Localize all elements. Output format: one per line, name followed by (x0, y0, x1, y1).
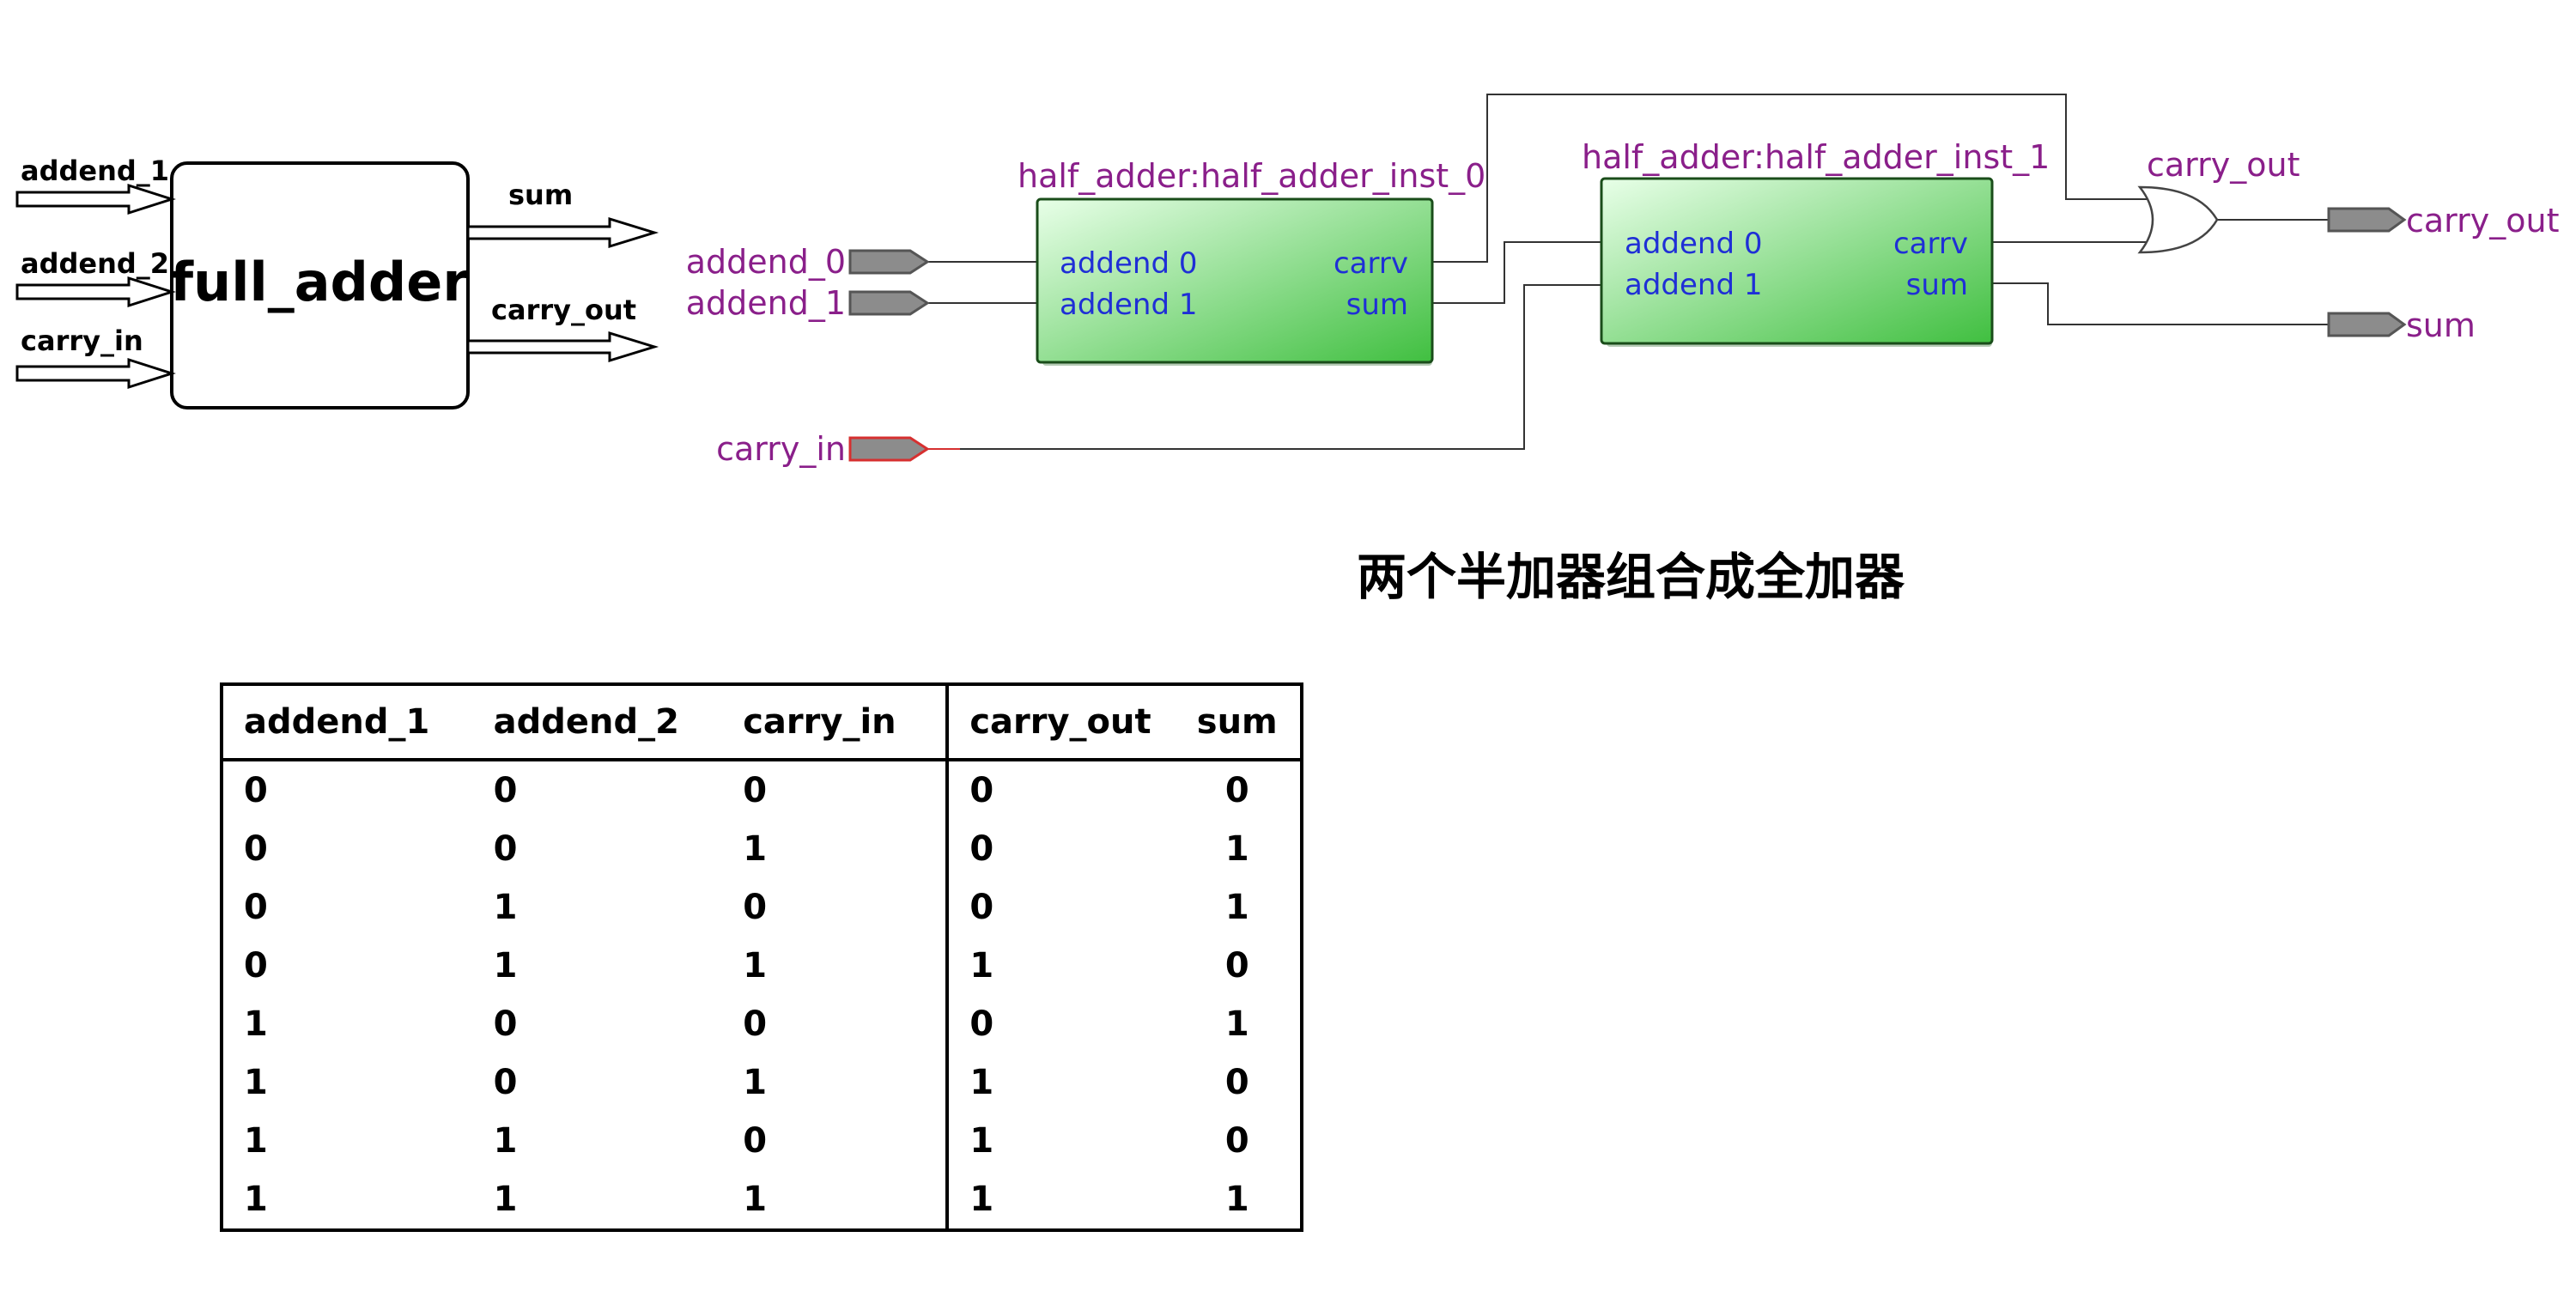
table-cell: 1 (244, 1004, 268, 1044)
input-arrow-addend-2 (15, 276, 176, 308)
header-carry-in: carry_in (722, 684, 948, 761)
inst-0-port-addend-0: addend 0 (1060, 246, 1198, 281)
table-cell: 1 (493, 946, 518, 986)
table-cell: 1 (743, 829, 768, 869)
table-cell: 1 (493, 1180, 518, 1219)
table-cell: 1 (244, 1180, 268, 1219)
table-cell: 0 (244, 946, 268, 986)
pin-label-sum: sum (2406, 306, 2476, 344)
table-cell: 1 (1224, 1180, 1249, 1219)
inst-0-port-sum: sum (1346, 288, 1408, 322)
table-cell: 1 (1224, 829, 1249, 869)
header-sum: sum (1174, 684, 1302, 761)
output-label-carry-out: carry_out (491, 294, 636, 326)
table-cell: 1 (1224, 888, 1249, 927)
diagram-canvas: full_adder addend_1 addend_2 carry_in su… (0, 0, 2576, 1288)
table-cell: 1 (743, 1063, 768, 1102)
table-cell: 1 (743, 1180, 768, 1219)
table-cell: 0 (493, 1063, 518, 1102)
table-cell: 0 (244, 829, 268, 869)
input-arrow-addend-1 (15, 183, 176, 215)
table-cell: 0 (743, 771, 768, 810)
pin-carry-in (848, 436, 930, 462)
pin-carry-out (2327, 207, 2407, 233)
table-cell: 0 (743, 1121, 768, 1161)
table-row: 1 0 0 0 1 (222, 995, 1302, 1053)
table-cell: 0 (743, 888, 768, 927)
table-cell: 1 (945, 1112, 1175, 1170)
table-cell: 1 (743, 946, 768, 986)
inst-1-port-carry: carrv (1893, 227, 1968, 261)
table-row: 0 0 1 0 1 (222, 820, 1302, 878)
full-adder-title: full_adder (170, 251, 469, 313)
table-cell: 1 (493, 888, 518, 927)
truth-table: addend_1 addend_2 carry_in carry_out sum… (220, 682, 1303, 1232)
input-label-addend-2: addend_2 (21, 247, 169, 280)
or-gate-label: carry_out (2147, 146, 2300, 184)
table-cell: 0 (945, 878, 1175, 937)
pin-label-addend-0: addend_0 (686, 243, 846, 281)
pin-label-carry-in: carry_in (716, 430, 846, 468)
header-addend-2: addend_2 (472, 684, 723, 761)
pin-label-carry-out: carry_out (2406, 202, 2559, 240)
pin-label-addend-1: addend_1 (686, 284, 846, 322)
table-cell: 0 (1224, 1063, 1249, 1102)
table-cell: 1 (493, 1121, 518, 1161)
diagram-caption: 两个半加器组合成全加器 (1357, 548, 1905, 606)
input-label-carry-in: carry_in (21, 325, 143, 357)
table-cell: 0 (244, 888, 268, 927)
header-addend-1: addend_1 (222, 684, 473, 761)
pin-addend-0 (848, 249, 930, 275)
output-arrow-sum (466, 216, 659, 249)
inst-1-port-sum: sum (1906, 268, 1968, 302)
table-cell: 1 (945, 937, 1175, 995)
table-row: 1 1 1 1 1 (222, 1170, 1302, 1230)
inst-0-port-addend-1: addend 1 (1060, 288, 1198, 322)
schematic-group: addend_0 addend_1 carry_in half_adder:ha… (686, 94, 2559, 468)
output-label-sum: sum (508, 179, 573, 211)
table-cell: 0 (1224, 946, 1249, 986)
table-cell: 0 (945, 760, 1175, 820)
table-row: 0 1 0 0 1 (222, 878, 1302, 937)
table-cell: 1 (1224, 1004, 1249, 1044)
table-cell: 0 (493, 829, 518, 869)
half-adder-inst-0 (1036, 197, 1434, 364)
table-cell: 0 (493, 1004, 518, 1044)
table-cell: 0 (244, 771, 268, 810)
pin-sum (2327, 312, 2407, 337)
table-cell: 0 (493, 771, 518, 810)
output-arrow-carry-out (466, 331, 659, 363)
table-cell: 1 (244, 1121, 268, 1161)
wire-sum-0-to-inst-1 (1432, 241, 1601, 304)
table-cell: 1 (244, 1063, 268, 1102)
wire-sum-1-to-sum (1992, 282, 2329, 325)
inst-1-port-addend-1: addend 1 (1625, 268, 1763, 302)
header-carry-out: carry_out (945, 684, 1175, 761)
full-adder-block-group: full_adder addend_1 addend_2 carry_in su… (15, 155, 659, 409)
table-cell: 0 (1224, 1121, 1249, 1161)
truth-table-header-row: addend_1 addend_2 carry_in carry_out sum (222, 684, 1302, 761)
input-arrow-carry-in (15, 357, 176, 390)
table-cell: 0 (945, 820, 1175, 878)
table-cell: 1 (945, 1053, 1175, 1112)
table-row: 0 1 1 1 0 (222, 937, 1302, 995)
inst-1-port-addend-0: addend 0 (1625, 227, 1763, 261)
inst-0-port-carry: carrv (1334, 246, 1408, 281)
inst-1-label: half_adder:half_adder_inst_1 (1582, 138, 2050, 176)
table-row: 0 0 0 0 0 (222, 760, 1302, 820)
table-cell: 0 (743, 1004, 768, 1044)
half-adder-inst-1 (1600, 177, 1994, 345)
table-cell: 0 (945, 995, 1175, 1053)
table-row: 1 0 1 1 0 (222, 1053, 1302, 1112)
inst-0-label: half_adder:half_adder_inst_0 (1018, 157, 1485, 195)
or-gate (2137, 185, 2219, 254)
table-cell: 1 (945, 1170, 1175, 1230)
input-label-addend-1: addend_1 (21, 155, 169, 187)
pin-addend-1 (848, 290, 930, 316)
truth-table-body: 0000000101010010111010001101101101011111 (222, 760, 1302, 1230)
table-cell: 0 (1224, 771, 1249, 810)
table-row: 1 1 0 1 0 (222, 1112, 1302, 1170)
